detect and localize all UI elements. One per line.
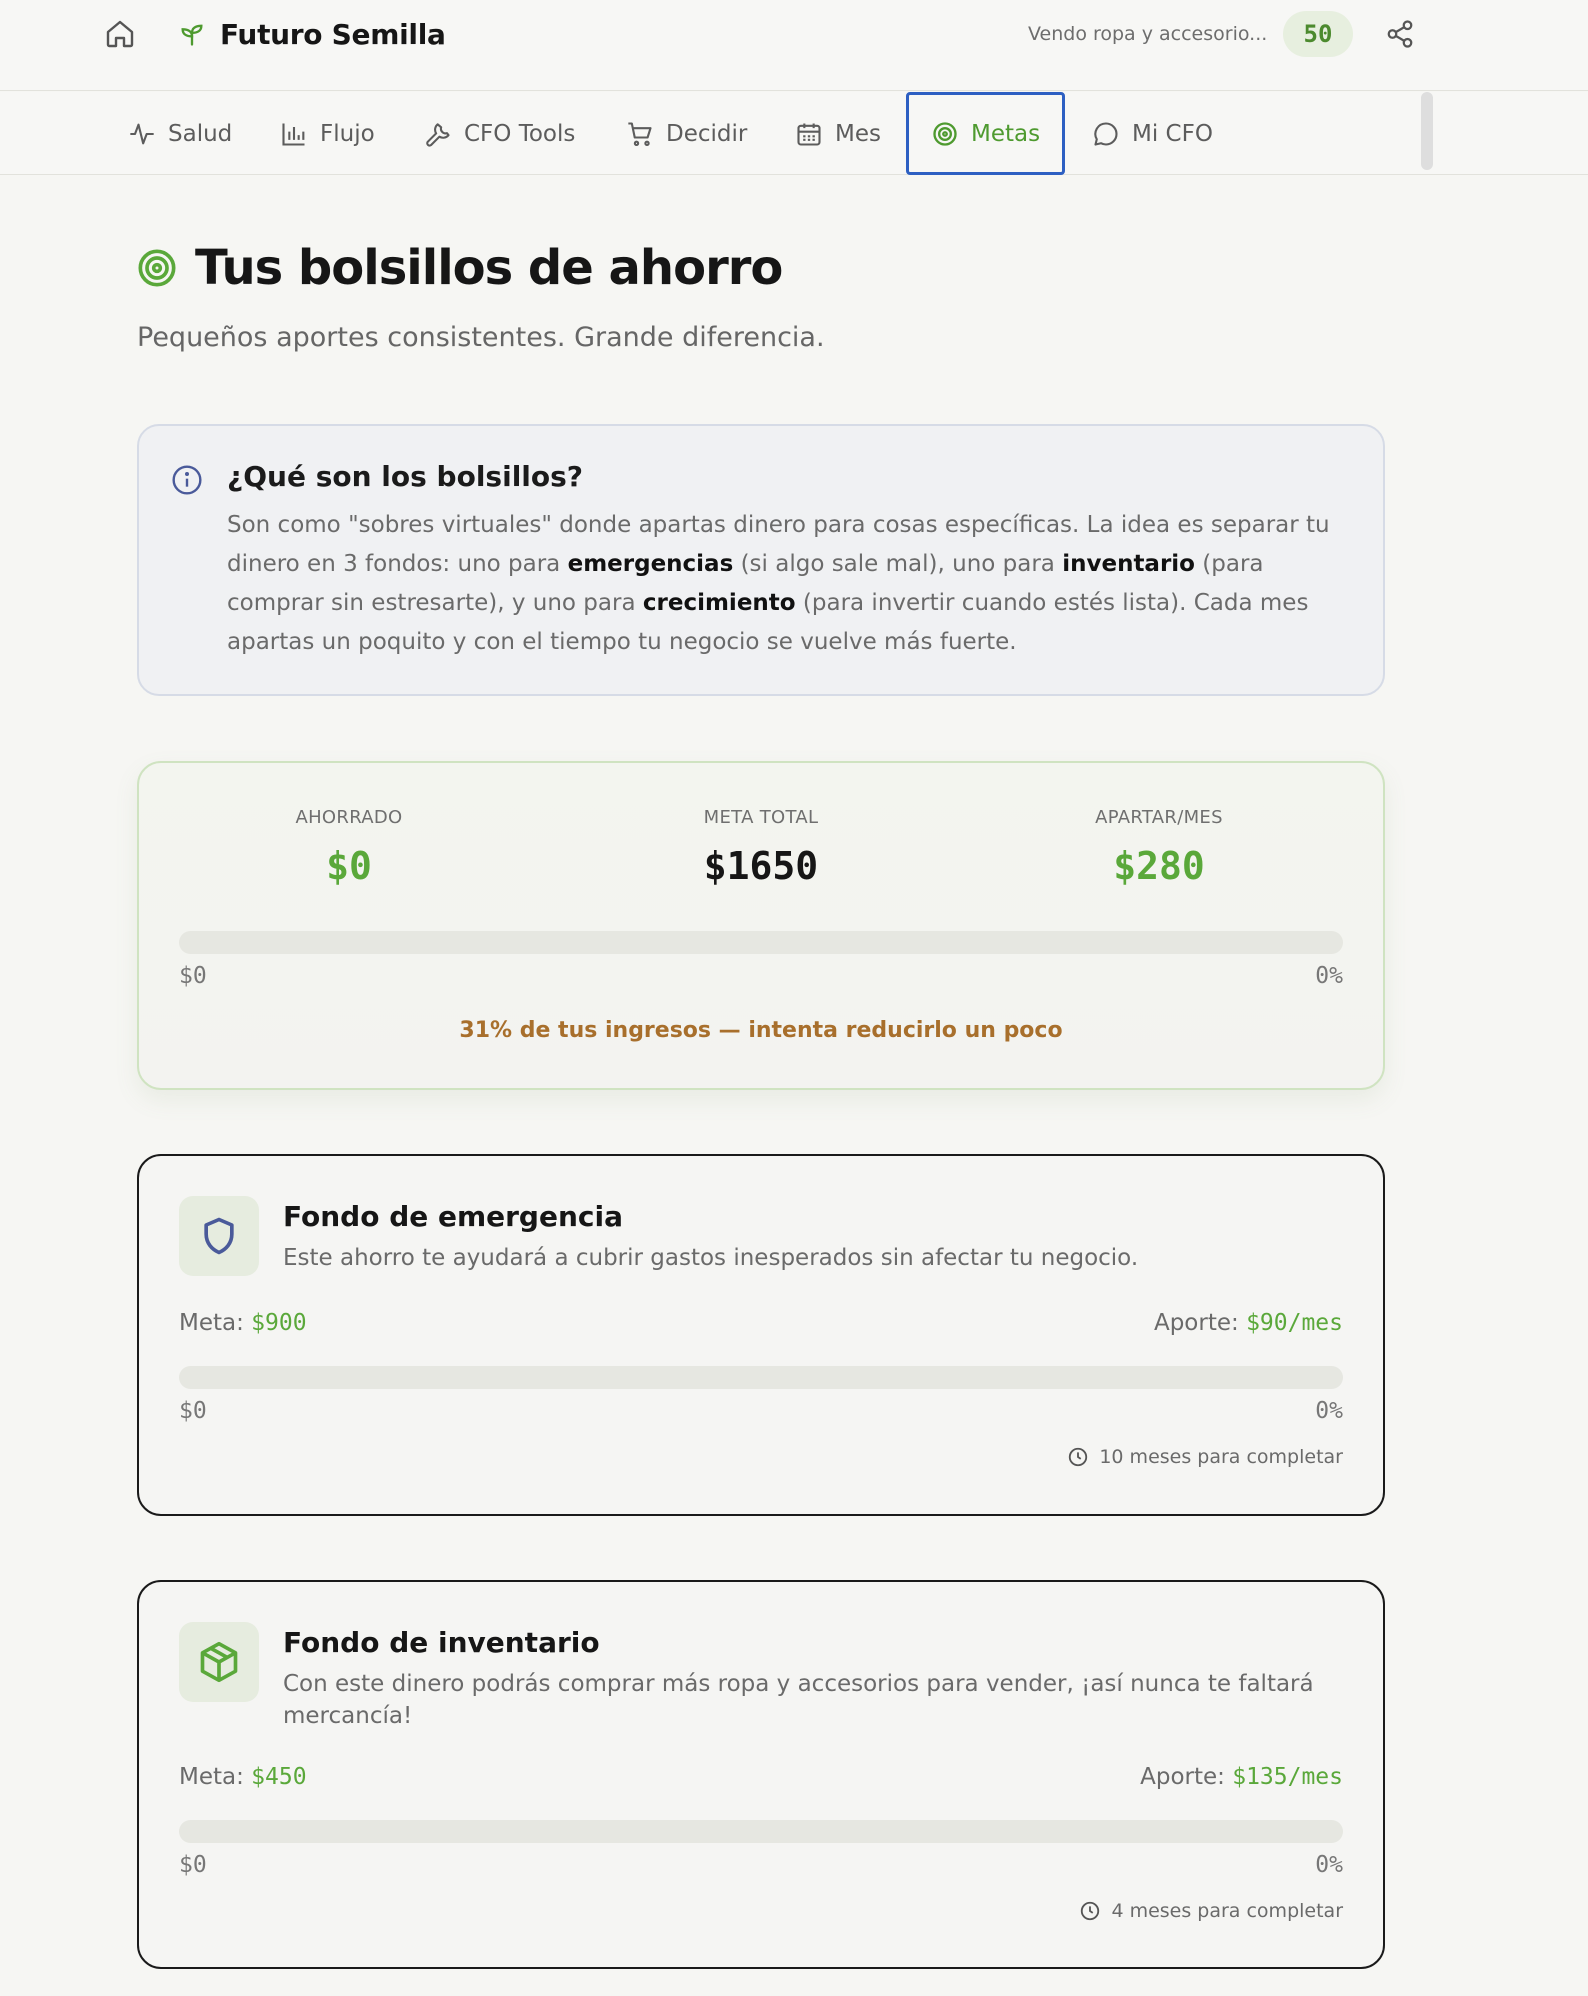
aporte-value: $135/mes — [1232, 1764, 1343, 1790]
info-emphasis: inventario — [1062, 551, 1195, 577]
fund-title: Fondo de emergencia — [283, 1200, 623, 1233]
aporte-value: $90/mes — [1246, 1310, 1343, 1336]
monthly-value: $280 — [1113, 844, 1205, 888]
monthly-label: APARTAR/MES — [1095, 807, 1223, 828]
clock-icon — [1069, 1447, 1088, 1467]
fund-progress-bar — [179, 1820, 1343, 1843]
tab-scrollbar[interactable] — [1421, 92, 1433, 170]
fund-meta: Meta: $450 — [179, 1764, 307, 1790]
activity-icon — [130, 123, 154, 144]
fund-aporte: Aporte: $135/mes — [1140, 1764, 1343, 1790]
top-bar: Futuro Semilla Vendo ropa y accesorio...… — [0, 0, 1588, 91]
fund-meta: Meta: $900 — [179, 1310, 307, 1336]
fund-card-emergency[interactable]: Fondo de emergencia Este ahorro te ayuda… — [137, 1154, 1385, 1516]
shield-icon — [204, 1217, 234, 1255]
progress-percent: 0% — [1315, 1398, 1343, 1424]
share-icon — [1387, 20, 1413, 48]
page-header: Tus bolsillos de ahorro — [137, 240, 783, 296]
cart-icon — [628, 121, 652, 146]
target-icon — [138, 249, 176, 287]
monthly-stat: APARTAR/MES $280 — [1009, 807, 1309, 888]
sprout-icon — [181, 24, 203, 46]
progress-amount: $0 — [179, 963, 207, 989]
fund-card-inventory[interactable]: Fondo de inventario Con este dinero podr… — [137, 1580, 1385, 1969]
fund-icon-box — [179, 1622, 259, 1702]
info-card: ¿Qué son los bolsillos? Son como "sobres… — [137, 424, 1385, 696]
info-body: Son como "sobres virtuales" donde aparta… — [227, 506, 1352, 662]
fund-aporte: Aporte: $90/mes — [1154, 1310, 1343, 1336]
business-description[interactable]: Vendo ropa y accesorio... — [1028, 16, 1267, 52]
target-icon — [933, 121, 957, 146]
health-score-badge: 50 — [1283, 11, 1353, 57]
completion-estimate: 4 meses para completar — [1079, 1900, 1343, 1922]
tab-metas[interactable]: Metas — [906, 92, 1066, 175]
tab-label: Flujo — [320, 120, 375, 147]
saved-value: $0 — [326, 844, 372, 888]
goal-label: META TOTAL — [703, 807, 819, 828]
meta-value: $900 — [251, 1310, 307, 1336]
tab-cfo-tools[interactable]: CFO Tools — [424, 92, 575, 175]
wrench-icon — [426, 122, 450, 147]
bar-chart-icon — [282, 123, 305, 146]
tab-label: CFO Tools — [464, 120, 576, 147]
savings-summary-card: AHORRADO $0 META TOTAL $1650 APARTAR/MES… — [137, 761, 1385, 1090]
aporte-label: Aporte: — [1153, 1310, 1239, 1336]
brand-name: Futuro Semilla — [220, 17, 446, 51]
meta-value: $450 — [251, 1764, 307, 1790]
saved-label: AHORRADO — [295, 807, 403, 828]
tab-salud[interactable]: Salud — [128, 92, 232, 175]
progress-amount: $0 — [179, 1852, 207, 1878]
tab-bar: Salud Flujo CFO Tools Decidir Mes Metas … — [0, 92, 1588, 175]
clock-icon — [1081, 1901, 1100, 1921]
fund-description: Con este dinero podrás comprar más ropa … — [283, 1671, 1314, 1729]
page-title: Tus bolsillos de ahorro — [195, 240, 783, 296]
page-subtitle: Pequeños aportes consistentes. Grande di… — [137, 322, 825, 353]
chat-icon — [1094, 121, 1118, 146]
tab-label: Mi CFO — [1132, 120, 1213, 147]
progress-percent: 0% — [1315, 1852, 1343, 1878]
home-button[interactable] — [102, 16, 138, 52]
tab-label: Decidir — [666, 120, 748, 147]
fund-description: Este ahorro te ayudará a cubrir gastos i… — [283, 1245, 1139, 1271]
box-icon — [200, 1641, 238, 1683]
info-emphasis: crecimiento — [642, 590, 796, 616]
fund-title: Fondo de inventario — [283, 1626, 600, 1659]
progress-percent: 0% — [1315, 963, 1343, 989]
info-emphasis: emergencias — [567, 551, 734, 577]
tab-decidir[interactable]: Decidir — [626, 92, 747, 175]
calendar-icon — [797, 123, 821, 146]
completion-text: 4 meses para completar — [1111, 1900, 1343, 1922]
aporte-label: Aporte: — [1140, 1764, 1225, 1790]
completion-text: 10 meses para completar — [1099, 1446, 1343, 1468]
goal-value: $1650 — [703, 844, 819, 888]
tab-label: Metas — [971, 120, 1041, 147]
fund-icon-box — [179, 1196, 259, 1276]
tab-label: Salud — [168, 120, 233, 147]
meta-label: Meta: — [179, 1764, 244, 1790]
tab-label: Mes — [835, 120, 881, 147]
tab-flujo[interactable]: Flujo — [280, 92, 375, 175]
progress-amount: $0 — [179, 1398, 207, 1424]
info-icon — [172, 465, 202, 495]
home-icon — [106, 20, 134, 48]
saved-stat: AHORRADO $0 — [199, 807, 499, 888]
goal-stat: META TOTAL $1650 — [611, 807, 911, 888]
share-button[interactable] — [1382, 16, 1418, 52]
brand[interactable]: Futuro Semilla — [178, 16, 446, 52]
info-title: ¿Qué son los bolsillos? — [227, 460, 584, 493]
income-warning: 31% de tus ingresos — intenta reducirlo … — [459, 1018, 1063, 1043]
total-progress-bar — [179, 931, 1343, 954]
info-text: (si algo sale mal), uno para — [733, 551, 1063, 577]
fund-progress-bar — [179, 1366, 1343, 1389]
completion-estimate: 10 meses para completar — [1067, 1446, 1343, 1468]
tab-mes[interactable]: Mes — [795, 92, 881, 175]
tab-mi-cfo[interactable]: Mi CFO — [1092, 92, 1213, 175]
meta-label: Meta: — [179, 1310, 244, 1336]
